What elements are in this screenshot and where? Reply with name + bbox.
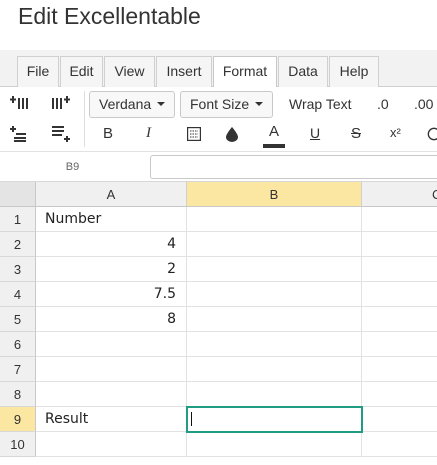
tab-view[interactable]: View [104, 56, 155, 87]
font-color-button[interactable]: A [262, 123, 286, 149]
font-family-dropdown[interactable]: Verdana [89, 91, 175, 118]
font-family-value: Verdana [99, 96, 152, 112]
window-title: Edit Excellentable [18, 3, 201, 29]
cell-a4[interactable]: 7.5 [36, 282, 187, 307]
cell-b3[interactable] [187, 257, 362, 282]
insert-column-left-icon[interactable] [8, 93, 30, 113]
underline-button[interactable]: U [310, 125, 320, 141]
cell-reference-box[interactable]: B9 [0, 152, 145, 182]
cell-a5[interactable]: 8 [36, 307, 187, 332]
select-all-corner[interactable] [0, 182, 36, 207]
row-header-6[interactable]: 6 [0, 332, 36, 357]
wrap-text-button[interactable]: Wrap Text [289, 96, 352, 112]
row-header-3[interactable]: 3 [0, 257, 36, 282]
cell-c4[interactable] [362, 282, 437, 307]
column-header-b[interactable]: B [187, 182, 362, 207]
currency-icon[interactable] [427, 125, 437, 143]
tab-help[interactable]: Help [329, 56, 379, 87]
row-header-2[interactable]: 2 [0, 232, 36, 257]
cell-b5[interactable] [187, 307, 362, 332]
cell-b6[interactable] [187, 332, 362, 357]
italic-button[interactable]: I [146, 125, 151, 142]
row-header-1[interactable]: 1 [0, 207, 36, 232]
formula-input[interactable] [150, 155, 437, 179]
cell-b1[interactable] [187, 207, 362, 232]
increase-decimal-button[interactable]: .00 [414, 96, 433, 112]
row-header-9[interactable]: 9 [0, 407, 36, 432]
spreadsheet-grid: A B C 1 2 3 4 5 6 7 8 9 10 Number 4 2 7.… [0, 182, 437, 465]
cell-c5[interactable] [362, 307, 437, 332]
insert-column-right-icon[interactable] [50, 93, 72, 113]
font-size-dropdown[interactable]: Font Size [180, 91, 273, 118]
cell-a6[interactable] [36, 332, 187, 357]
superscript-button[interactable]: x² [390, 125, 401, 140]
chevron-down-icon [157, 102, 166, 107]
chevron-down-icon [255, 102, 264, 107]
cell-a2[interactable]: 4 [36, 232, 187, 257]
tab-format[interactable]: Format [213, 56, 277, 88]
cell-a10[interactable] [36, 432, 187, 457]
menu-bar: File Edit View Insert Format Data Help [0, 50, 437, 88]
row-header-10[interactable]: 10 [0, 432, 36, 457]
cell-a7[interactable] [36, 357, 187, 382]
font-color-swatch [263, 144, 285, 148]
cell-c7[interactable] [362, 357, 437, 382]
cell-c8[interactable] [362, 382, 437, 407]
format-toolbar: Verdana Font Size Wrap Text .0 .00 B I A… [0, 87, 437, 152]
cell-c1[interactable] [362, 207, 437, 232]
decrease-decimal-button[interactable]: .0 [377, 96, 389, 112]
insert-row-above-icon[interactable] [8, 124, 30, 144]
cell-b8[interactable] [187, 382, 362, 407]
cell-c9[interactable] [362, 407, 437, 432]
strikethrough-button[interactable]: S [351, 125, 361, 142]
tab-insert[interactable]: Insert [156, 56, 212, 87]
font-color-letter: A [268, 123, 279, 140]
text-cursor [191, 412, 192, 426]
cell-b10[interactable] [187, 432, 362, 457]
row-header-5[interactable]: 5 [0, 307, 36, 332]
insert-row-below-icon[interactable] [50, 124, 72, 144]
column-header-c[interactable]: C [362, 182, 437, 207]
cell-c6[interactable] [362, 332, 437, 357]
cell-a9[interactable]: Result [36, 407, 187, 432]
borders-icon[interactable] [184, 125, 204, 143]
title-bar: Edit Excellentable [0, 0, 437, 50]
cell-b9[interactable] [186, 406, 363, 433]
cell-b7[interactable] [187, 357, 362, 382]
row-header-8[interactable]: 8 [0, 382, 36, 407]
cell-c2[interactable] [362, 232, 437, 257]
cell-a1[interactable]: Number [36, 207, 187, 232]
toolbar-separator [84, 91, 85, 147]
font-size-label: Font Size [190, 96, 250, 112]
tab-file[interactable]: File [17, 56, 59, 87]
bold-button[interactable]: B [103, 125, 113, 142]
row-header-7[interactable]: 7 [0, 357, 36, 382]
cell-c10[interactable] [362, 432, 437, 457]
fill-color-icon[interactable] [222, 124, 242, 144]
cell-a8[interactable] [36, 382, 187, 407]
formula-bar: B9 [0, 152, 437, 182]
cell-b4[interactable] [187, 282, 362, 307]
tab-data[interactable]: Data [278, 56, 328, 87]
cell-a3[interactable]: 2 [36, 257, 187, 282]
tab-edit[interactable]: Edit [60, 56, 103, 87]
column-header-a[interactable]: A [36, 182, 187, 207]
cell-b2[interactable] [187, 232, 362, 257]
cell-c3[interactable] [362, 257, 437, 282]
row-header-4[interactable]: 4 [0, 282, 36, 307]
